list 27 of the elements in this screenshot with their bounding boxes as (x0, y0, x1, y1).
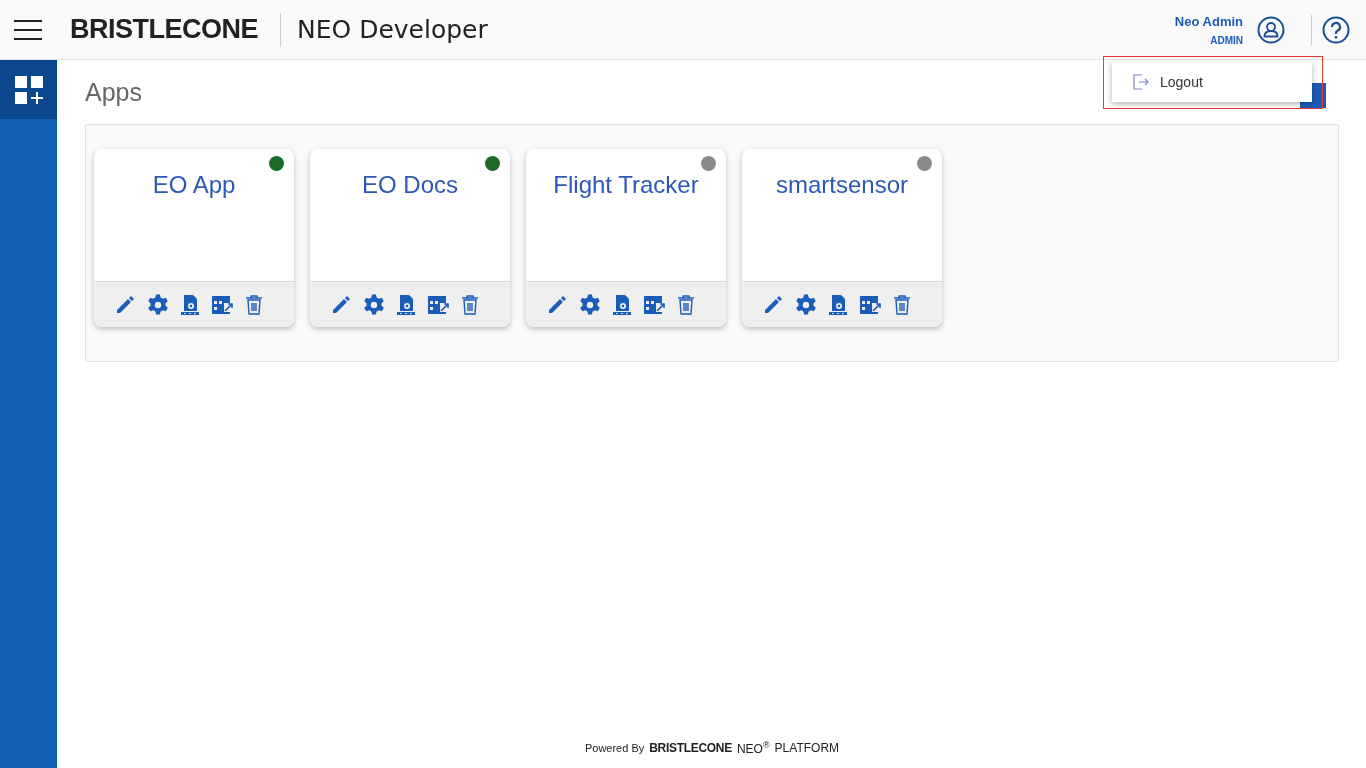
gear-icon[interactable] (146, 292, 170, 317)
app-card[interactable]: smartsensor (742, 149, 942, 327)
brand-logo: BRISTLECONE (70, 14, 258, 45)
app-card[interactable]: EO Docs (310, 149, 510, 327)
apps-add-icon[interactable] (13, 74, 44, 105)
app-card[interactable]: EO App (94, 149, 294, 327)
gear-icon[interactable] (794, 292, 818, 317)
page-title: Apps (85, 78, 142, 108)
neo-text: NEO$^{®}$ (736, 740, 770, 756)
platform-text: PLATFORM (774, 741, 840, 755)
help-icon[interactable] (1322, 15, 1350, 44)
footer-logo: BRISTLECONE (649, 741, 732, 755)
user-role: ADMIN (1210, 34, 1243, 46)
product-title: NEO Developer (297, 15, 488, 44)
gear-icon[interactable] (362, 292, 386, 317)
user-icon[interactable] (1257, 15, 1285, 44)
document-gear-icon[interactable] (826, 292, 850, 317)
logout-menu-item[interactable]: Logout (1112, 62, 1312, 102)
document-gear-icon[interactable] (394, 292, 418, 317)
powered-by-text: Powered By (584, 742, 645, 754)
gear-icon[interactable] (578, 292, 602, 317)
app-card[interactable]: Flight Tracker (526, 149, 726, 327)
document-gear-icon[interactable] (178, 292, 202, 317)
menu-icon[interactable] (14, 18, 42, 41)
document-gear-icon[interactable] (610, 292, 634, 317)
user-name: Neo Admin (1174, 13, 1243, 29)
logout-icon (1132, 73, 1150, 91)
